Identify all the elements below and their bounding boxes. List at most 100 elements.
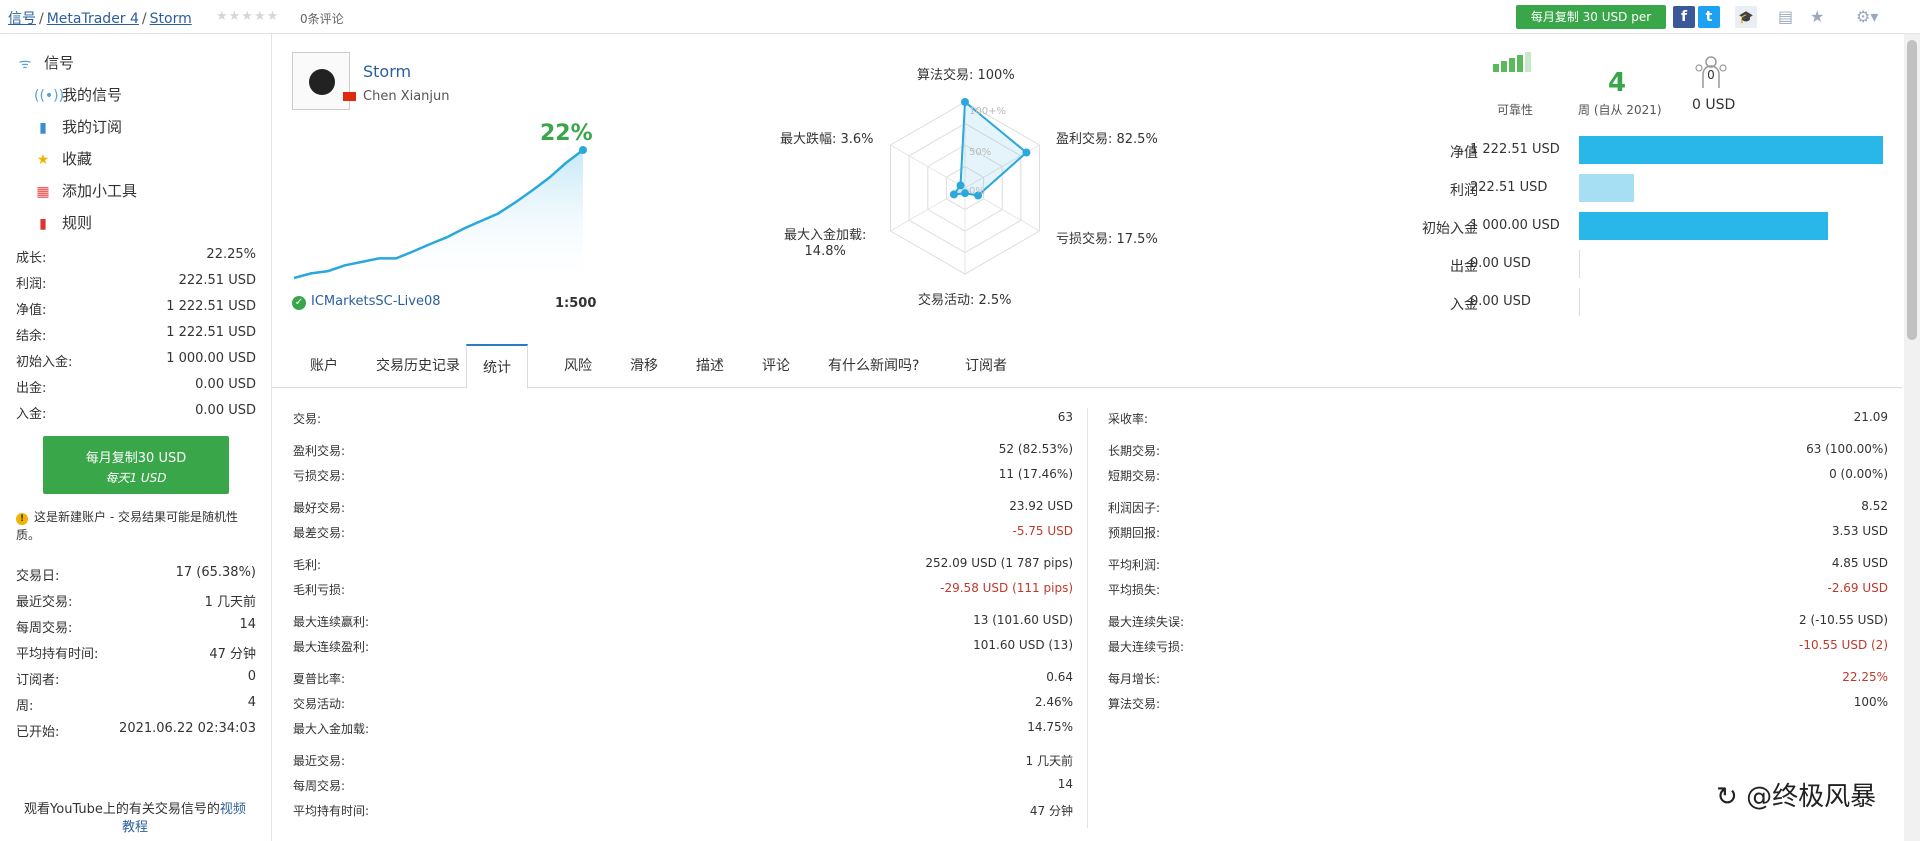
radar-label-max-drawdown: 最大跌幅: 3.6% — [780, 132, 874, 147]
graduation-cap-icon[interactable]: 🎓 — [1735, 6, 1757, 28]
stat-value: -2.69 USD — [1827, 581, 1888, 595]
tab-0[interactable]: 账户 — [310, 344, 338, 388]
stat-label: 短期交易: — [1108, 469, 1161, 483]
balance-bar-row: 利润 222.51 USD — [1380, 174, 1890, 202]
radar-tick-label: 100+% — [969, 106, 1006, 117]
detail-value: 0 — [247, 669, 256, 684]
facebook-icon[interactable]: f — [1673, 6, 1695, 28]
sidebar-item-label: 我的订阅 — [62, 118, 123, 136]
detail-row: 交易日: 17 (65.38%) — [16, 565, 256, 585]
scrollbar-thumb[interactable] — [1907, 40, 1917, 340]
stat-row: 最大入金加载: 14.75% — [293, 720, 1073, 740]
detail-row: 最近交易: 1 几天前 — [16, 591, 256, 611]
warning-text: 这是新建账户 - 交易结果可能是随机性质。 — [16, 510, 238, 542]
detail-row: 平均持有时间: 47 分钟 — [16, 643, 256, 663]
radar-tick-label: 0% — [969, 186, 985, 197]
sidebar-item-rules[interactable]: ▮ 规则 — [34, 212, 92, 233]
tab-6[interactable]: 评论 — [762, 344, 790, 388]
stats-divider — [1087, 408, 1088, 828]
stat-row: 最大连续亏损: -10.55 USD (2) — [1108, 638, 1888, 658]
youtube-note: 观看YouTube上的有关交易信号的视频教程 — [20, 801, 250, 837]
stat-label: 盈利交易: — [293, 444, 346, 458]
tab-3[interactable]: 风险 — [564, 344, 592, 388]
stat-label: 最大连续盈利: — [293, 640, 370, 654]
new-account-warning: ! 这是新建账户 - 交易结果可能是随机性质。 — [16, 508, 252, 544]
summary-label: 初始入金: — [16, 355, 73, 370]
tab-5[interactable]: 描述 — [696, 344, 724, 388]
reviews-count[interactable]: 0条评论 — [300, 10, 344, 27]
breadcrumb-signal-name[interactable]: Storm — [150, 11, 192, 27]
copy-signal-button-top[interactable]: 每月复制 30 USD per — [1516, 5, 1666, 29]
balance-bar-value: 0.00 USD — [1470, 294, 1531, 309]
breadcrumb-signals[interactable]: 信号 — [8, 11, 36, 27]
page-scrollbar[interactable] — [1904, 34, 1920, 841]
signal-name[interactable]: Storm — [363, 62, 411, 81]
screen-icon[interactable]: ▤ — [1778, 7, 1793, 26]
tab-1[interactable]: 交易历史记录 — [376, 344, 460, 388]
broadcast-icon: ((•)) — [34, 88, 65, 104]
summary-label: 净值: — [16, 303, 47, 318]
detail-label: 周: — [16, 699, 34, 714]
stat-label: 最大连续失误: — [1108, 615, 1185, 629]
sidebar-item-signals[interactable]: ᯤ 信号 — [16, 52, 74, 73]
stat-label: 最好交易: — [293, 501, 346, 515]
radar-point — [961, 189, 969, 198]
stat-row: 毛利: 252.09 USD (1 787 pips) — [293, 556, 1073, 576]
stat-row: 毛利亏损: -29.58 USD (111 pips) — [293, 581, 1073, 601]
stat-value: 0 (0.00%) — [1829, 467, 1888, 481]
phone-icon: ▮ — [39, 120, 47, 136]
balance-bar-row: 出金 0.00 USD — [1380, 250, 1890, 278]
sidebar-item-my-signals[interactable]: ((•))我的信号 — [34, 84, 122, 105]
tab-8[interactable]: 订阅者 — [965, 344, 1007, 388]
growth-end-point — [579, 146, 587, 154]
stat-label: 毛利: — [293, 558, 322, 572]
rating-stars[interactable]: ★★★★★ — [216, 9, 279, 24]
stat-value: 63 (100.00%) — [1806, 442, 1888, 456]
stat-label: 夏普比率: — [293, 672, 346, 686]
summary-row: 结余: 1 222.51 USD — [16, 325, 256, 345]
twitter-icon[interactable]: t — [1698, 6, 1720, 28]
radar-point — [1022, 148, 1031, 157]
radar-label-algo: 算法交易: 100% — [917, 68, 1015, 83]
summary-row: 出金: 0.00 USD — [16, 377, 256, 397]
balance-bar-fill — [1579, 136, 1883, 164]
summary-value: 0.00 USD — [195, 377, 256, 392]
balance-bar-empty — [1579, 288, 1580, 316]
avatar-bird-image — [309, 69, 335, 95]
sidebar-item-label: 添加小工具 — [62, 182, 138, 200]
summary-label: 入金: — [16, 407, 47, 422]
settings-gear-icon[interactable]: ⚙▾ — [1856, 7, 1878, 26]
signal-icon: ᯤ — [18, 56, 32, 72]
stat-row: 最好交易: 23.92 USD — [293, 499, 1073, 519]
stat-value: 21.09 — [1853, 410, 1888, 424]
stat-value: 2 (-10.55 USD) — [1799, 613, 1888, 627]
detail-value: 47 分钟 — [209, 647, 256, 662]
sidebar-item-favorites[interactable]: ★ 收藏 — [34, 148, 92, 169]
sidebar-item-my-subscriptions[interactable]: ▮ 我的订阅 — [34, 116, 122, 137]
sidebar-item-add-widget[interactable]: ▦ 添加小工具 — [34, 180, 137, 201]
stat-label: 交易: — [293, 412, 322, 426]
balance-bar-empty — [1579, 250, 1580, 278]
author-name[interactable]: Chen Xianjun — [363, 89, 450, 104]
copy-signal-button[interactable]: 每月复制30 USD 每天1 USD — [43, 436, 229, 494]
reliability-label: 可靠性 — [1497, 103, 1534, 117]
breadcrumb-platform[interactable]: MetaTrader 4 — [47, 11, 139, 27]
summary-value: 222.51 USD — [178, 273, 256, 288]
stat-value: 252.09 USD (1 787 pips) — [925, 556, 1073, 570]
left-sidebar: ᯤ 信号 ((•))我的信号 ▮ 我的订阅 ★ 收藏 ▦ 添加小工具 ▮ 规则 成长: 22… — [0, 34, 272, 841]
breadcrumb: 信号 / MetaTrader 4/Storm — [8, 11, 192, 27]
stat-row: 交易活动: 2.46% — [293, 695, 1073, 715]
detail-label: 已开始: — [16, 725, 60, 740]
tab-7[interactable]: 有什么新闻吗? — [828, 344, 919, 388]
balance-bar-value: 1 000.00 USD — [1470, 218, 1560, 233]
stat-label: 长期交易: — [1108, 444, 1161, 458]
stat-row: 亏损交易: 11 (17.46%) — [293, 467, 1073, 487]
tab-4[interactable]: 滑移 — [630, 344, 658, 388]
tab-2[interactable]: 统计 — [466, 344, 528, 389]
stat-row: 最差交易: -5.75 USD — [293, 524, 1073, 544]
summary-label: 利润: — [16, 277, 47, 292]
radar-point — [961, 98, 969, 106]
favorite-star-icon[interactable]: ★ — [1810, 7, 1824, 26]
youtube-text: 观看YouTube上的有关交易信号的 — [24, 802, 220, 817]
broker-server[interactable]: ✓ ICMarketsSC-Live08 — [292, 294, 440, 310]
